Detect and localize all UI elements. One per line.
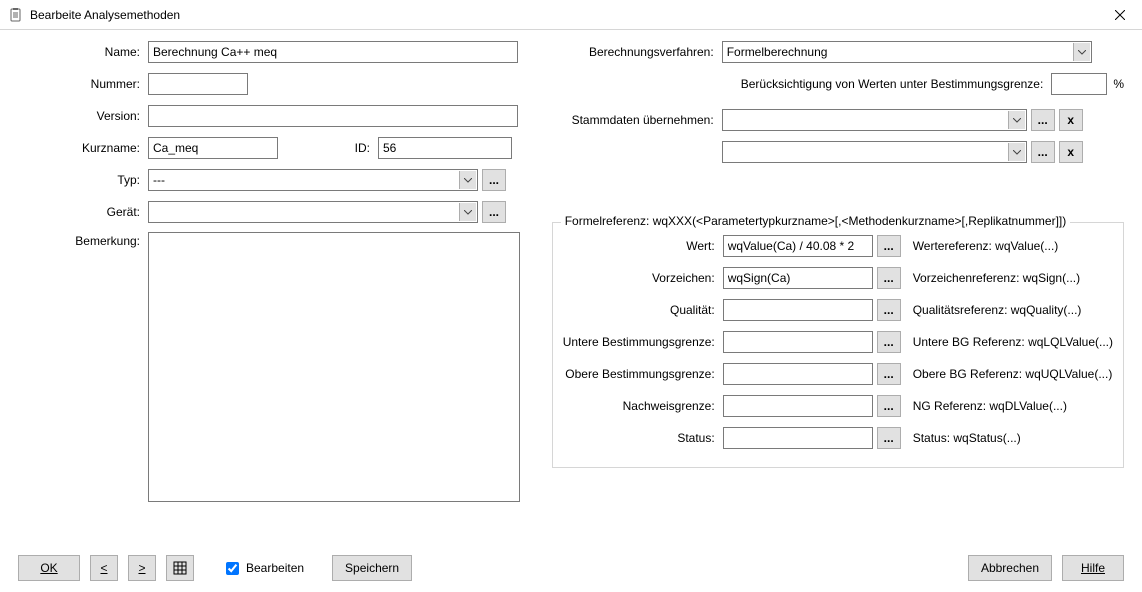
nummer-input[interactable]: [148, 73, 248, 95]
edit-checkbox[interactable]: Bearbeiten: [222, 559, 304, 578]
formula-row: Untere Bestimmungsgrenze:... Untere BG Re…: [563, 331, 1113, 353]
chevron-down-icon: [1008, 111, 1025, 129]
stamm1-clear-button[interactable]: x: [1059, 109, 1083, 131]
name-input[interactable]: [148, 41, 518, 63]
typ-combo-value: ---: [153, 173, 165, 187]
formula-row-ellipsis-button[interactable]: ...: [877, 427, 901, 449]
geraet-combo[interactable]: [148, 201, 478, 223]
formula-row-input[interactable]: [723, 299, 873, 321]
formula-row-ellipsis-button[interactable]: ...: [877, 299, 901, 321]
label-typ: Typ:: [18, 173, 148, 187]
chevron-down-icon: [459, 171, 476, 189]
formula-row-label: Status:: [563, 431, 723, 445]
label-stamm: Stammdaten übernehmen:: [552, 113, 722, 127]
stamm1-ellipsis-button[interactable]: ...: [1031, 109, 1055, 131]
formula-row-ellipsis-button[interactable]: ...: [877, 267, 901, 289]
formula-row: Status:... Status: wqStatus(...): [563, 427, 1113, 449]
cancel-button[interactable]: Abbrechen: [968, 555, 1052, 581]
formula-row-hint: Vorzeichenreferenz: wqSign(...): [913, 271, 1080, 285]
formula-row-ellipsis-button[interactable]: ...: [877, 331, 901, 353]
label-kurzname: Kurzname:: [18, 141, 148, 155]
version-input[interactable]: [148, 105, 518, 127]
formula-row-input[interactable]: [723, 427, 873, 449]
formula-row-hint: Untere BG Referenz: wqLQLValue(...): [913, 335, 1113, 349]
formula-row: Qualität:... Qualitätsreferenz: wqQuality…: [563, 299, 1113, 321]
geraet-ellipsis-button[interactable]: ...: [482, 201, 506, 223]
bottom-bar: OK < > Bearbeiten Speichern Abbrechen Hi…: [0, 544, 1142, 592]
formula-row: Nachweisgrenze:... NG Referenz: wqDLValue…: [563, 395, 1113, 417]
formula-row-ellipsis-button[interactable]: ...: [877, 235, 901, 257]
bg-input[interactable]: [1051, 73, 1107, 95]
formula-row-ellipsis-button[interactable]: ...: [877, 363, 901, 385]
bemerkung-textarea[interactable]: [148, 232, 520, 502]
grid-icon: [173, 561, 187, 575]
verfahren-combo[interactable]: Formelberechnung: [722, 41, 1092, 63]
formula-row-label: Obere Bestimmungsgrenze:: [563, 367, 723, 381]
ok-button[interactable]: OK: [18, 555, 80, 581]
next-button[interactable]: >: [128, 555, 156, 581]
typ-ellipsis-button[interactable]: ...: [482, 169, 506, 191]
formula-row: Obere Bestimmungsgrenze:... Obere BG Refe…: [563, 363, 1113, 385]
label-bemerkung: Bemerkung:: [18, 232, 148, 248]
left-column: Name: Nummer: Version: Kurzname: ID: Typ…: [18, 40, 522, 540]
help-button[interactable]: Hilfe: [1062, 555, 1124, 581]
label-version: Version:: [18, 109, 148, 123]
chevron-down-icon: [1073, 43, 1090, 61]
edit-checkbox-input[interactable]: [226, 562, 239, 575]
chevron-down-icon: [459, 203, 476, 221]
formula-row-input[interactable]: [723, 363, 873, 385]
stamm1-combo[interactable]: [722, 109, 1027, 131]
window-title: Bearbeite Analysemethoden: [30, 8, 1097, 22]
formula-row-label: Nachweisgrenze:: [563, 399, 723, 413]
formula-row-label: Wert:: [563, 239, 723, 253]
formula-row-label: Untere Bestimmungsgrenze:: [563, 335, 723, 349]
formula-row-ellipsis-button[interactable]: ...: [877, 395, 901, 417]
formula-legend: Formelreferenz: wqXXX(<Parametertypkurzn…: [561, 214, 1071, 228]
formula-row-hint: Qualitätsreferenz: wqQuality(...): [913, 303, 1082, 317]
edit-checkbox-label: Bearbeiten: [246, 561, 304, 575]
formula-row-hint: Wertereferenz: wqValue(...): [913, 239, 1059, 253]
save-button[interactable]: Speichern: [332, 555, 412, 581]
app-icon: [8, 7, 24, 23]
formula-row: Wert:... Wertereferenz: wqValue(...): [563, 235, 1113, 257]
formula-fieldset: Formelreferenz: wqXXX(<Parametertypkurzn…: [552, 222, 1124, 468]
prev-button[interactable]: <: [90, 555, 118, 581]
formula-row-input[interactable]: [723, 395, 873, 417]
label-geraet: Gerät:: [18, 205, 148, 219]
stamm2-clear-button[interactable]: x: [1059, 141, 1083, 163]
label-name: Name:: [18, 45, 148, 59]
stamm2-ellipsis-button[interactable]: ...: [1031, 141, 1055, 163]
close-button[interactable]: [1097, 0, 1142, 30]
formula-row-input[interactable]: [723, 267, 873, 289]
formula-row: Vorzeichen:... Vorzeichenreferenz: wqSign…: [563, 267, 1113, 289]
formula-row-hint: Obere BG Referenz: wqUQLValue(...): [913, 367, 1113, 381]
title-bar: Bearbeite Analysemethoden: [0, 0, 1142, 30]
typ-combo[interactable]: ---: [148, 169, 478, 191]
right-column: Berechnungsverfahren: Formelberechnung B…: [552, 40, 1124, 540]
label-id: ID:: [278, 141, 378, 155]
id-input[interactable]: [378, 137, 512, 159]
label-verfahren: Berechnungsverfahren:: [552, 45, 722, 59]
formula-row-label: Qualität:: [563, 303, 723, 317]
formula-row-hint: NG Referenz: wqDLValue(...): [913, 399, 1067, 413]
grid-icon-button[interactable]: [166, 555, 194, 581]
formula-row-hint: Status: wqStatus(...): [913, 431, 1021, 445]
formula-row-input[interactable]: [723, 235, 873, 257]
kurzname-input[interactable]: [148, 137, 278, 159]
chevron-down-icon: [1008, 143, 1025, 161]
label-bg: Berücksichtigung von Werten unter Bestim…: [741, 77, 1052, 91]
formula-row-input[interactable]: [723, 331, 873, 353]
verfahren-combo-value: Formelberechnung: [727, 45, 828, 59]
bg-unit: %: [1113, 77, 1124, 91]
stamm2-combo[interactable]: [722, 141, 1027, 163]
label-nummer: Nummer:: [18, 77, 148, 91]
formula-row-label: Vorzeichen:: [563, 271, 723, 285]
